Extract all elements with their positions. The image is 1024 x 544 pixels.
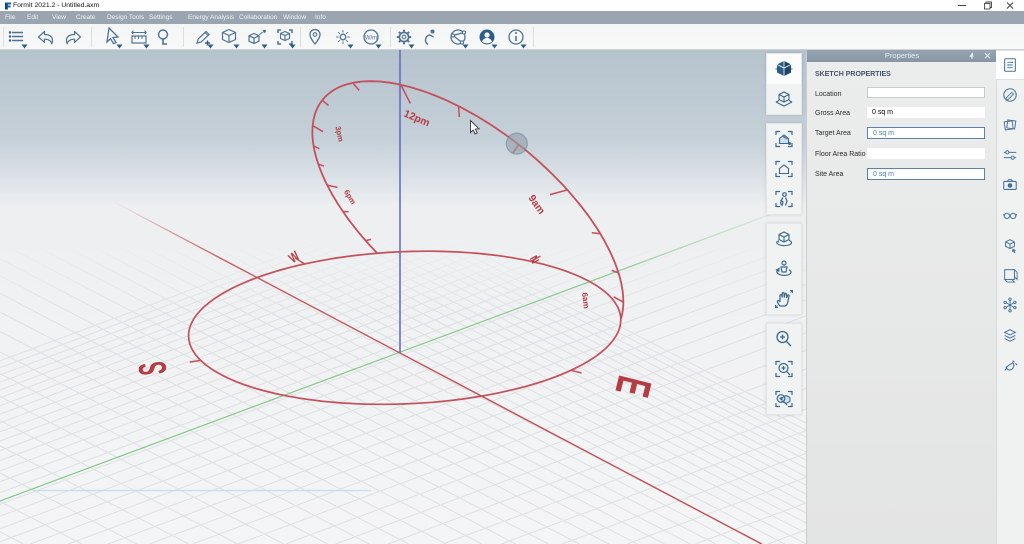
svg-text:W/m: W/m	[365, 36, 377, 42]
